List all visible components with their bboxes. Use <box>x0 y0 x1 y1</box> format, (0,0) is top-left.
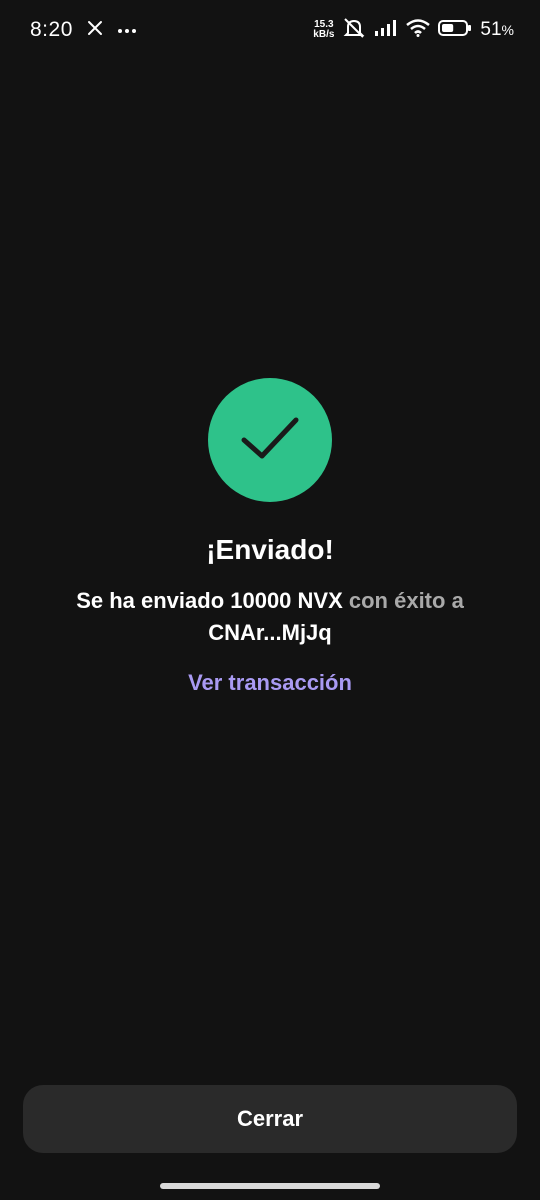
battery-icon <box>438 19 472 42</box>
battery-percentage: 51% <box>480 19 514 41</box>
status-bar: 8:20 15.3 kB/s 51% <box>0 0 540 60</box>
success-circle <box>208 378 332 502</box>
status-time: 8:20 <box>30 18 73 41</box>
wifi-icon <box>406 18 431 42</box>
message-amount: Se ha enviado 10000 NVX <box>76 588 343 613</box>
status-left: 8:20 <box>30 18 137 42</box>
net-speed-unit: kB/s <box>313 29 335 40</box>
checkmark-icon <box>238 406 302 475</box>
battery-value: 51 <box>480 19 502 40</box>
home-indicator[interactable] <box>160 1183 380 1189</box>
message-address: CNAr...MjJq <box>208 620 332 645</box>
x-logo-icon <box>87 20 103 41</box>
status-right: 15.3 kB/s 51% <box>313 17 514 44</box>
battery-unit: % <box>501 22 514 38</box>
success-message: Se ha enviado 10000 NVX con éxito a CNAr… <box>70 585 470 649</box>
screen: 8:20 15.3 kB/s 51% ¡Enviado! Se ha envia… <box>0 0 540 1200</box>
page-title: ¡Enviado! <box>206 534 334 565</box>
silent-icon <box>342 17 366 44</box>
signal-icon <box>374 19 398 42</box>
view-transaction-link[interactable]: Ver transacción <box>0 670 540 696</box>
more-dots-icon <box>117 21 137 39</box>
net-speed: 15.3 kB/s <box>313 20 334 40</box>
message-connector: con éxito a <box>342 588 464 613</box>
close-button[interactable]: Cerrar <box>23 1085 517 1153</box>
